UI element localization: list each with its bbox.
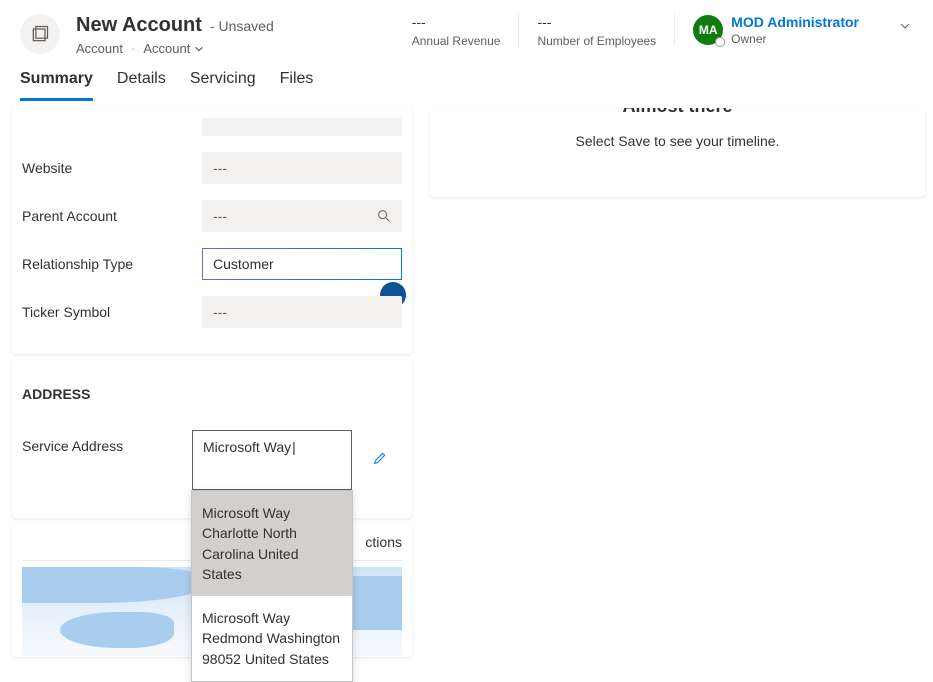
annual-revenue-label: Annual Revenue <box>412 34 501 48</box>
relationship-type-select[interactable]: Customer <box>202 248 402 280</box>
owner-avatar: MA <box>693 15 723 45</box>
page-title: New Account <box>76 14 202 37</box>
entity-type-label: Account <box>76 41 123 56</box>
parent-account-label: Parent Account <box>22 208 202 224</box>
form-selector[interactable]: Account <box>143 41 204 56</box>
chevron-down-icon <box>897 18 913 34</box>
parent-account-lookup[interactable]: --- <box>202 200 402 232</box>
header-field-num-employees[interactable]: --- Number of Employees <box>518 14 674 48</box>
header-expand-button[interactable] <box>897 14 913 37</box>
address-suggestions: Microsoft Way Charlotte North Carolina U… <box>191 490 353 682</box>
header-field-annual-revenue[interactable]: --- Annual Revenue <box>394 14 519 48</box>
header-field-owner[interactable]: MA MOD Administrator Owner <box>674 14 877 46</box>
pencil-icon <box>372 450 388 466</box>
suggestion-item[interactable]: Microsoft Way Redmond Washington 98052 U… <box>192 596 352 681</box>
chevron-down-icon <box>194 44 204 54</box>
tab-summary[interactable]: Summary <box>20 70 93 101</box>
owner-avatar-initials: MA <box>699 23 718 37</box>
map-tab-partial[interactable]: ctions <box>365 530 402 560</box>
field-partial[interactable] <box>202 118 402 136</box>
presence-indicator <box>715 37 725 47</box>
service-address-input-text: Microsoft Way <box>203 439 296 455</box>
relationship-type-label: Relationship Type <box>22 256 202 272</box>
entity-icon <box>20 14 60 54</box>
timeline-section: Almost there Select Save to see your tim… <box>430 108 925 197</box>
search-icon <box>376 208 392 224</box>
website-input[interactable]: --- <box>202 152 402 184</box>
breadcrumb-sep: · <box>131 41 135 56</box>
section-account-info: Website --- Parent Account --- Relations… <box>12 108 412 354</box>
suggestion-item[interactable]: Microsoft Way Charlotte North Carolina U… <box>192 491 352 596</box>
owner-label: Owner <box>731 32 859 46</box>
save-status: - Unsaved <box>210 18 274 34</box>
form-tabs: Summary Details Servicing Files <box>0 56 933 102</box>
form-selector-label: Account <box>143 41 190 56</box>
tab-files[interactable]: Files <box>280 70 314 101</box>
num-employees-label: Number of Employees <box>537 34 656 48</box>
service-address-input[interactable]: Microsoft Way <box>192 430 352 490</box>
website-label: Website <box>22 160 202 176</box>
ticker-symbol-label: Ticker Symbol <box>22 304 202 320</box>
num-employees-value: --- <box>537 14 656 30</box>
section-address: ADDRESS Service Address Microsoft Way Mi… <box>12 360 412 518</box>
timeline-title: Almost there <box>460 108 895 117</box>
tab-servicing[interactable]: Servicing <box>190 70 256 101</box>
tab-details[interactable]: Details <box>117 70 166 101</box>
address-section-title: ADDRESS <box>22 366 402 420</box>
timeline-subtitle: Select Save to see your timeline. <box>460 133 895 149</box>
ticker-symbol-input[interactable]: --- <box>202 296 402 328</box>
annual-revenue-value: --- <box>412 14 501 30</box>
owner-name: MOD Administrator <box>731 14 859 30</box>
service-address-label: Service Address <box>22 430 192 454</box>
edit-address-button[interactable] <box>372 450 388 469</box>
